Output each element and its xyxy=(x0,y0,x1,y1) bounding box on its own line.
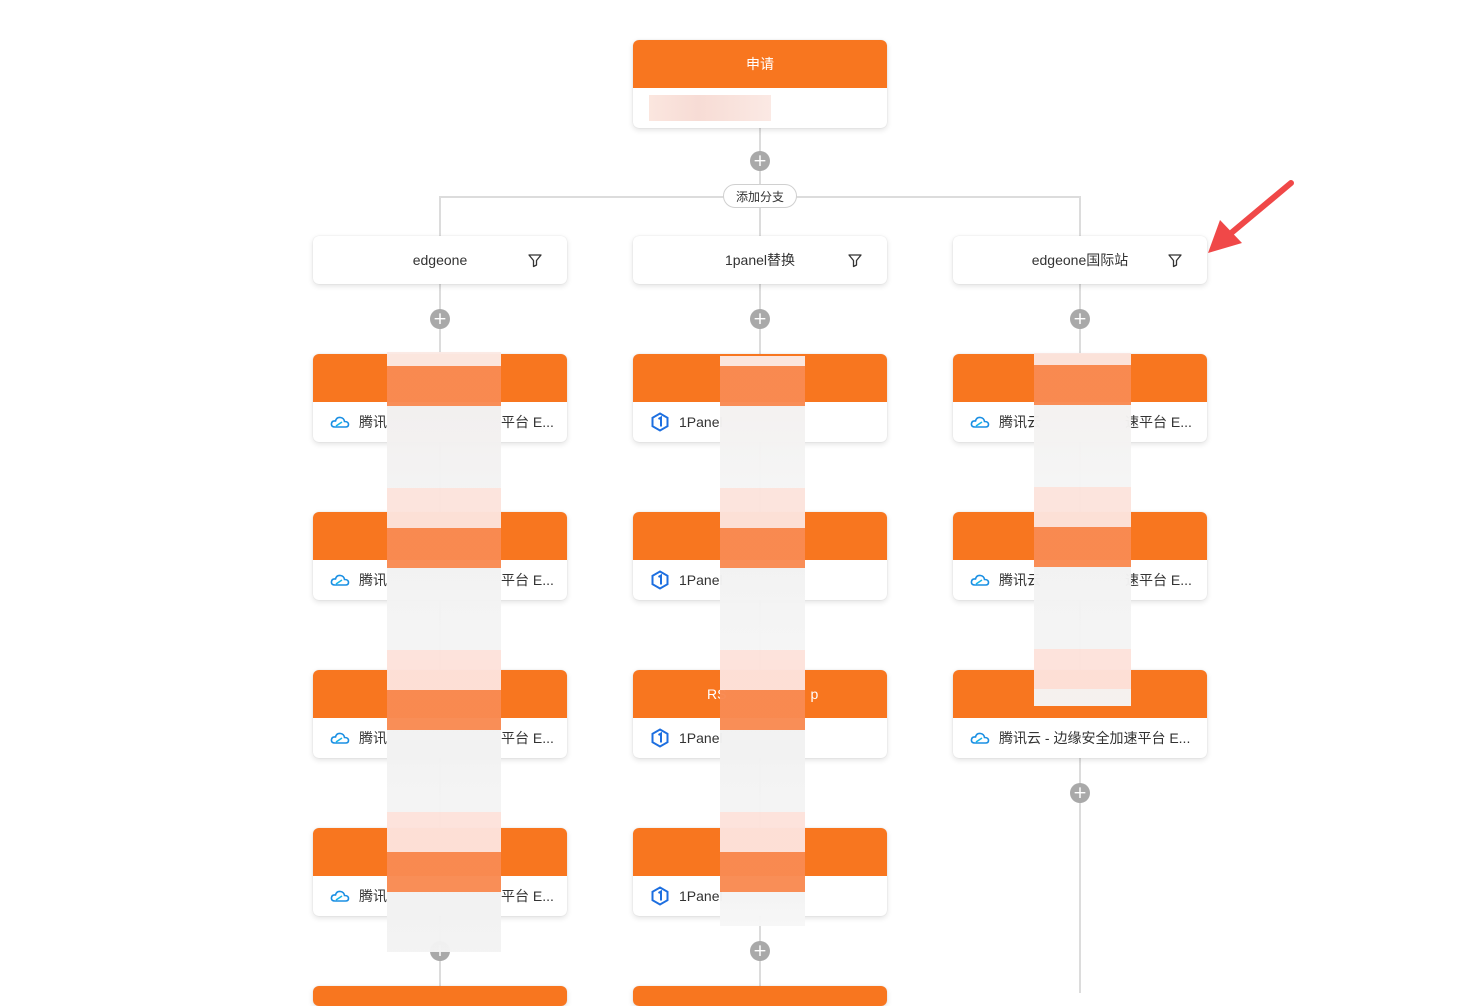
branch-condition-card[interactable]: 1panel替换 xyxy=(633,236,887,284)
filter-icon[interactable] xyxy=(527,252,543,268)
node-provider-suffix: 速平台 E... xyxy=(1125,572,1192,588)
tencent-cloud-icon xyxy=(329,569,351,591)
add-node-button[interactable]: + xyxy=(1070,783,1090,803)
start-node-title: 申请 xyxy=(633,40,887,88)
start-node-body xyxy=(633,88,887,128)
node-provider: 腾讯 xyxy=(359,888,387,904)
1panel-icon xyxy=(649,885,671,907)
deploy-node[interactable] xyxy=(633,986,887,1006)
redaction-overlay xyxy=(1034,353,1131,706)
add-node-button[interactable]: + xyxy=(750,309,770,329)
node-provider: 腾讯 xyxy=(359,572,387,588)
filter-icon[interactable] xyxy=(1167,252,1183,268)
connector-line xyxy=(759,206,761,238)
tencent-cloud-icon xyxy=(969,727,991,749)
tencent-cloud-icon xyxy=(969,411,991,433)
redaction-overlay xyxy=(720,356,805,926)
node-provider: 1Panel xyxy=(679,888,723,904)
filter-icon[interactable] xyxy=(847,252,863,268)
start-node[interactable]: 申请 xyxy=(633,40,887,128)
node-provider: 腾讯云 - 边缘安全加速平台 E... xyxy=(999,730,1191,746)
1panel-icon xyxy=(649,569,671,591)
1panel-icon xyxy=(649,411,671,433)
add-node-button[interactable]: + xyxy=(1070,309,1090,329)
node-provider-suffix: 平台 E... xyxy=(501,414,554,430)
node-provider-suffix: 平台 E... xyxy=(501,572,554,588)
branch-label: edgeone xyxy=(412,252,468,268)
node-title-right: p xyxy=(810,686,819,702)
tencent-cloud-icon xyxy=(329,727,351,749)
add-node-button[interactable]: + xyxy=(750,941,770,961)
tencent-cloud-icon xyxy=(329,411,351,433)
node-provider: 腾讯 xyxy=(359,414,387,430)
tencent-cloud-icon xyxy=(969,569,991,591)
deploy-node[interactable] xyxy=(313,986,567,1006)
node-provider-suffix: 平台 E... xyxy=(501,730,554,746)
node-provider: 1Panel xyxy=(679,730,723,746)
branch-condition-card[interactable]: edgeone xyxy=(313,236,567,284)
branch-label: edgeone国际站 xyxy=(1031,252,1129,268)
add-node-button[interactable]: + xyxy=(750,151,770,171)
red-arrow-annotation xyxy=(1208,180,1294,253)
add-branch-button[interactable]: 添加分支 xyxy=(723,184,797,208)
node-provider: 1Panel xyxy=(679,414,723,430)
redaction-overlay xyxy=(387,352,501,952)
node-provider-suffix: 速平台 E... xyxy=(1125,414,1192,430)
redacted-content xyxy=(649,95,771,121)
node-provider-suffix: 平台 E... xyxy=(501,888,554,904)
node-provider: 腾讯 xyxy=(359,730,387,746)
node-provider: 1Panel xyxy=(679,572,723,588)
connector-line xyxy=(439,196,441,238)
connector-line xyxy=(1079,196,1081,238)
tencent-cloud-icon xyxy=(329,885,351,907)
1panel-icon xyxy=(649,727,671,749)
branch-label: 1panel替换 xyxy=(724,252,796,268)
branch-condition-card[interactable]: edgeone国际站 xyxy=(953,236,1207,284)
add-node-button[interactable]: + xyxy=(430,309,450,329)
